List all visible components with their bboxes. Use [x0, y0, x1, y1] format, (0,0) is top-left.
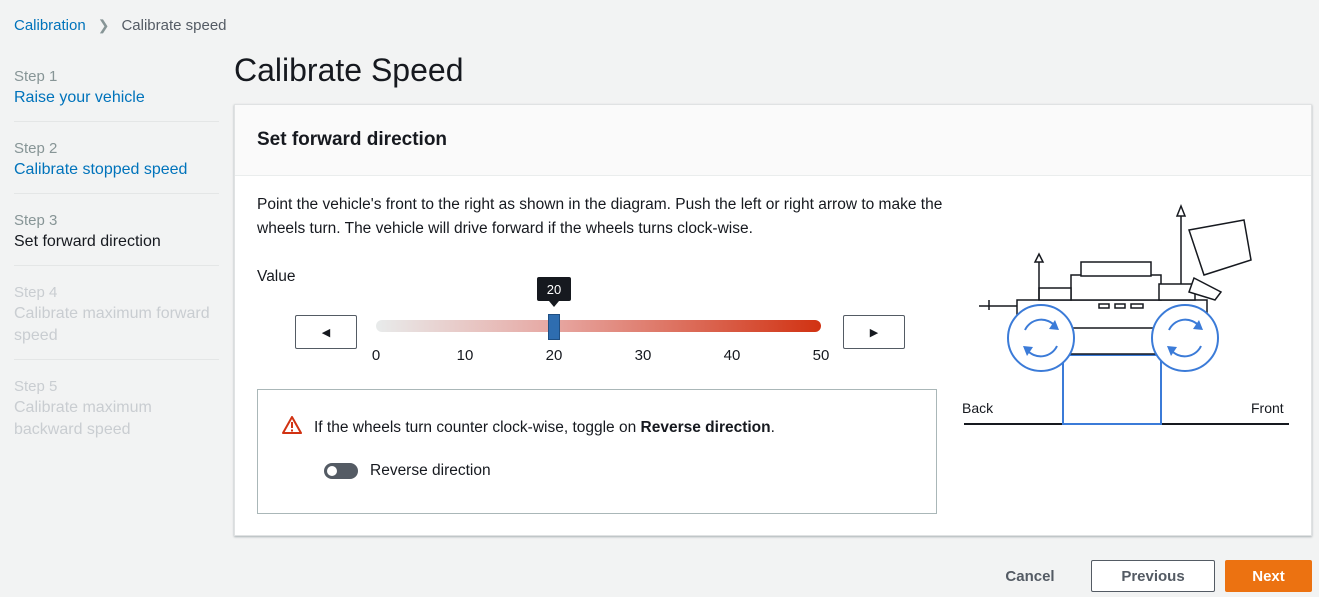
slider-tick-label: 10	[456, 347, 474, 364]
step-1-link[interactable]: Raise your vehicle	[14, 87, 219, 109]
step-2: Step 2 Calibrate stopped speed	[14, 134, 219, 194]
slider-tick-label: 50	[812, 347, 830, 364]
slider-value-tooltip: 20	[537, 277, 571, 307]
breadcrumb: Calibration ❯ Calibrate speed	[14, 17, 227, 34]
reverse-direction-row: Reverse direction	[324, 462, 491, 480]
caret-left-icon: ◀	[321, 326, 331, 339]
step-5-title: Calibrate maximum backward speed	[14, 399, 152, 438]
step-number: Step 1	[14, 68, 58, 85]
vehicle-diagram: Back Front	[959, 200, 1299, 445]
wizard-steps: Step 1 Raise your vehicle Step 2 Calibra…	[14, 62, 219, 465]
alert-text-start: If the wheels turn counter clock-wise, t…	[314, 418, 641, 436]
next-button[interactable]: Next	[1225, 560, 1312, 592]
step-3: Step 3 Set forward direction	[14, 206, 219, 266]
reverse-direction-alert: If the wheels turn counter clock-wise, t…	[257, 389, 937, 514]
breadcrumb-calibration-link[interactable]: Calibration	[14, 17, 86, 34]
alert-text-bold: Reverse direction	[640, 418, 771, 436]
toggle-knob	[327, 466, 337, 476]
alert-text: If the wheels turn counter clock-wise, t…	[314, 419, 775, 437]
slider-thumb[interactable]	[548, 314, 560, 340]
increase-button[interactable]: ▶	[843, 315, 905, 349]
toggle-label: Reverse direction	[370, 462, 491, 479]
step-2-link[interactable]: Calibrate stopped speed	[14, 159, 219, 181]
vehicle-diagram-graphic	[964, 203, 1289, 425]
slider-tick-label: 20	[545, 347, 563, 364]
cancel-button[interactable]: Cancel	[990, 560, 1070, 592]
breadcrumb-current: Calibrate speed	[121, 17, 227, 34]
warning-icon	[282, 416, 302, 439]
speed-slider[interactable]	[376, 314, 821, 340]
chevron-right-icon: ❯	[97, 17, 110, 33]
panel-header: Set forward direction	[235, 105, 1311, 176]
step-5: Step 5 Calibrate maximum backward speed	[14, 372, 219, 453]
previous-button[interactable]: Previous	[1091, 560, 1215, 592]
set-direction-panel: Set forward direction Point the vehicle'…	[234, 104, 1312, 536]
slider-tick-label: 40	[723, 347, 741, 364]
step-1: Step 1 Raise your vehicle	[14, 62, 219, 122]
step-number: Step 3	[14, 212, 58, 229]
step-number: Step 4	[14, 284, 58, 301]
step-number: Step 2	[14, 140, 58, 157]
step-4-title: Calibrate maximum forward speed	[14, 305, 210, 344]
front-label: Front	[1251, 400, 1284, 416]
step-4: Step 4 Calibrate maximum forward speed	[14, 278, 219, 360]
reverse-direction-toggle[interactable]	[324, 463, 358, 479]
alert-text-end: .	[770, 418, 775, 436]
caret-right-icon: ▶	[869, 326, 879, 339]
step-3-title: Set forward direction	[14, 233, 161, 250]
decrease-button[interactable]: ◀	[295, 315, 357, 349]
slider-tick-label: 0	[371, 347, 381, 364]
back-label: Back	[962, 400, 994, 416]
value-label: Value	[257, 268, 296, 285]
alert-message: If the wheels turn counter clock-wise, t…	[282, 416, 775, 439]
slider-tick-label: 30	[634, 347, 652, 364]
step-number: Step 5	[14, 378, 58, 395]
panel-description: Point the vehicle's front to the right a…	[257, 196, 943, 237]
page-title: Calibrate Speed	[234, 52, 464, 88]
